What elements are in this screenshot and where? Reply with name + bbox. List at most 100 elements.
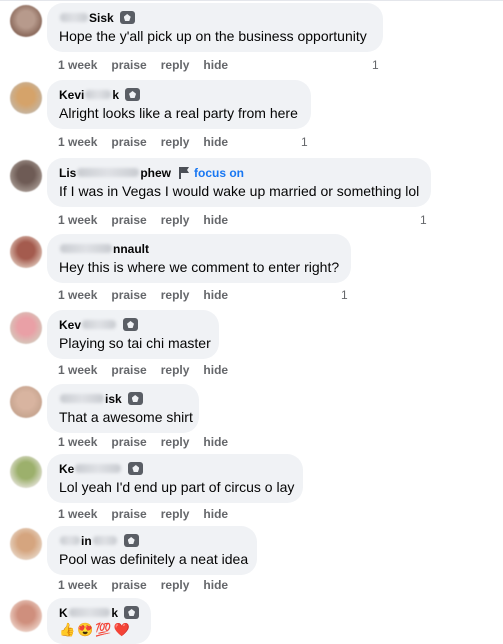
flag-icon: [177, 166, 190, 179]
comment-text: Hey this is where we comment to enter ri…: [59, 259, 340, 275]
reply-button[interactable]: reply: [161, 135, 190, 149]
author-name-suffix: isk: [105, 391, 122, 406]
timestamp-link[interactable]: 1 week: [58, 58, 97, 72]
reaction-count[interactable]: 1: [420, 213, 427, 227]
author-name-suffix: in: [81, 533, 92, 548]
reply-button[interactable]: reply: [161, 578, 190, 592]
hide-button[interactable]: hide: [203, 507, 228, 521]
comment-bubble: Kevi k Alright looks like a real party f…: [47, 80, 311, 129]
comment-actions: 1 week praise reply hide: [58, 134, 228, 150]
like-button[interactable]: praise: [111, 288, 146, 302]
comment-bubble: Kev Playing so tai chi master: [47, 310, 219, 359]
avatar[interactable]: [10, 386, 42, 418]
comment-actions: 1 week praise reply hide: [58, 287, 228, 303]
comment-text: Alright looks like a real party from her…: [59, 105, 298, 121]
thumbs-up-emoji-icon: 👍: [59, 622, 76, 637]
author-name-suffix: nnault: [113, 241, 149, 256]
top-fan-badge-icon: [123, 534, 139, 547]
like-button[interactable]: praise: [111, 578, 146, 592]
avatar[interactable]: [10, 312, 42, 344]
author-name[interactable]: Kev: [59, 317, 207, 332]
avatar[interactable]: [10, 5, 42, 37]
comment-bubble: isk That a awesome shirt: [47, 384, 199, 433]
top-fan-badge-icon: [123, 318, 139, 331]
comment-text: Pool was definitely a neat idea: [59, 551, 249, 567]
like-button[interactable]: praise: [111, 435, 146, 449]
timestamp-link[interactable]: 1 week: [58, 213, 97, 227]
comment-bubble: Lis phew focus on If I was in Vegas I wo…: [47, 158, 431, 207]
author-name[interactable]: Lis phew focus on: [59, 165, 419, 180]
top-fan-badge-icon: [127, 392, 143, 405]
timestamp-link[interactable]: 1 week: [58, 363, 97, 377]
avatar[interactable]: [10, 160, 42, 192]
author-name[interactable]: Ke: [59, 461, 291, 476]
reply-button[interactable]: reply: [161, 213, 190, 227]
author-name-suffix: phew: [140, 165, 172, 180]
hide-button[interactable]: hide: [203, 213, 228, 227]
reply-button[interactable]: reply: [161, 288, 190, 302]
reply-button[interactable]: reply: [161, 363, 190, 377]
author-name-text: Sisk: [89, 10, 114, 25]
author-name[interactable]: isk: [59, 391, 187, 406]
author-name-prefix: Lis: [59, 165, 77, 180]
heart-eyes-emoji-icon: 😍: [77, 622, 94, 637]
like-button[interactable]: praise: [111, 213, 146, 227]
top-fan-badge-icon: [119, 11, 135, 24]
reply-button[interactable]: reply: [161, 58, 190, 72]
author-name[interactable]: in: [59, 533, 245, 548]
comment-bubble: K k 👍 😍 💯 ❤️: [47, 598, 151, 644]
reaction-count[interactable]: 1: [341, 288, 348, 302]
reaction-count[interactable]: 1: [301, 135, 308, 149]
top-fan-badge-icon: [128, 462, 144, 475]
timestamp-link[interactable]: 1 week: [58, 435, 97, 449]
author-name[interactable]: Sisk: [59, 10, 371, 25]
timestamp-link[interactable]: 1 week: [58, 507, 97, 521]
comment-emojis: 👍 😍 💯 ❤️: [59, 622, 139, 638]
red-heart-emoji-icon: ❤️: [113, 622, 130, 637]
avatar[interactable]: [10, 528, 42, 560]
reply-button[interactable]: reply: [161, 435, 190, 449]
author-name[interactable]: Kevi k: [59, 87, 299, 102]
like-button[interactable]: praise: [111, 363, 146, 377]
comment-actions: 1 week praise reply hide: [58, 434, 228, 450]
avatar[interactable]: [10, 236, 42, 268]
comment-bubble: Sisk Hope the y'all pick up on the busin…: [47, 3, 383, 52]
comment-actions: 1 week praise reply hide: [58, 506, 228, 522]
timestamp-link[interactable]: 1 week: [58, 135, 97, 149]
author-name-suffix: k: [111, 605, 119, 620]
like-button[interactable]: praise: [111, 507, 146, 521]
comment-actions: 1 week praise reply hide: [58, 212, 228, 228]
hide-button[interactable]: hide: [203, 135, 228, 149]
author-name[interactable]: K k: [59, 605, 139, 620]
author-name-suffix: k: [112, 87, 120, 102]
comment-actions: 1 week praise reply hide: [58, 57, 228, 73]
timestamp-link[interactable]: 1 week: [58, 578, 97, 592]
top-fan-badge-icon: [124, 606, 139, 619]
comment-text: Hope the y'all pick up on the business o…: [59, 28, 367, 44]
avatar[interactable]: [10, 600, 42, 632]
author-name-prefix: K: [59, 605, 68, 620]
hide-button[interactable]: hide: [203, 288, 228, 302]
top-divider: [0, 0, 503, 1]
reply-button[interactable]: reply: [161, 507, 190, 521]
like-button[interactable]: praise: [111, 135, 146, 149]
comment-bubble: nnault Hey this is where we comment to e…: [47, 234, 351, 283]
comment-text: If I was in Vegas I would wake up marrie…: [59, 183, 420, 199]
follow-link[interactable]: focus on: [194, 166, 244, 180]
hide-button[interactable]: hide: [203, 363, 228, 377]
hide-button[interactable]: hide: [203, 578, 228, 592]
like-button[interactable]: praise: [111, 58, 146, 72]
comment-actions: 1 week praise reply hide: [58, 362, 228, 378]
comment-text: Lol yeah I'd end up part of circus o lay: [59, 479, 295, 495]
avatar[interactable]: [10, 82, 42, 114]
comment-bubble: in Pool was definitely a neat idea: [47, 526, 257, 575]
hide-button[interactable]: hide: [203, 435, 228, 449]
comment-text: That a awesome shirt: [59, 409, 193, 425]
timestamp-link[interactable]: 1 week: [58, 288, 97, 302]
hide-button[interactable]: hide: [203, 58, 228, 72]
author-name[interactable]: nnault: [59, 241, 339, 256]
comment-text: Playing so tai chi master: [59, 335, 211, 351]
top-fan-badge-icon: [125, 88, 141, 101]
reaction-count[interactable]: 1: [372, 58, 379, 72]
avatar[interactable]: [10, 456, 42, 488]
